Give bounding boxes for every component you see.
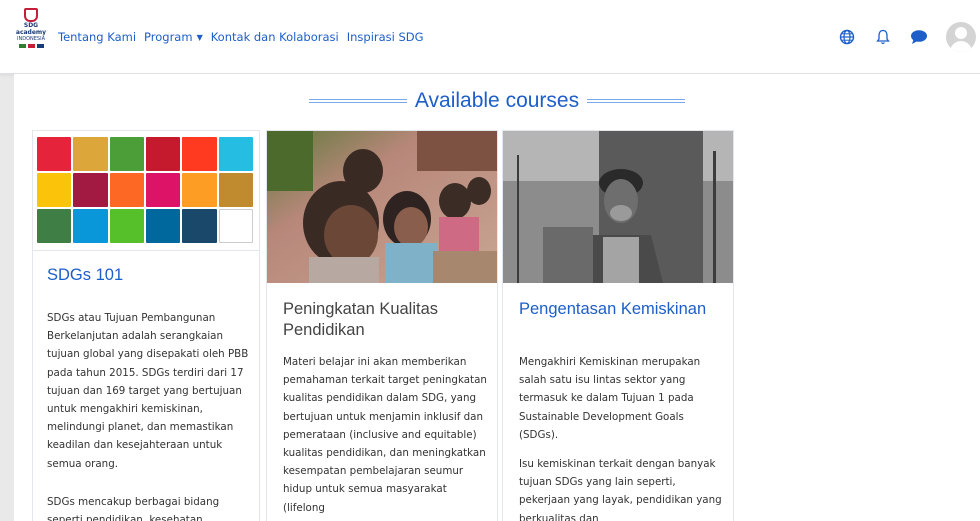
sdg-goal-tile bbox=[73, 173, 108, 207]
course-image-sdg-goals[interactable] bbox=[33, 131, 259, 251]
top-navbar: SDG academy INDONESIA Tentang Kami Progr… bbox=[0, 0, 980, 74]
nav-link-inspirasi[interactable]: Inspirasi SDG bbox=[347, 30, 424, 44]
course-description-sdgs-101-more: SDGs mencakup berbagai bidang seperti pe… bbox=[47, 496, 220, 521]
chat-icon[interactable] bbox=[910, 28, 928, 46]
sdg-goal-tile bbox=[109, 137, 144, 171]
main-content: Available courses SDGs 101 SDGs atau Tuj… bbox=[14, 74, 980, 521]
chevron-down-icon: ▼ bbox=[196, 33, 203, 42]
globe-icon[interactable] bbox=[838, 28, 856, 46]
sdg-goal-tile bbox=[73, 209, 108, 243]
sdg-goal-tile bbox=[145, 173, 181, 207]
sdg-goal-tile bbox=[37, 173, 72, 207]
sdg-goal-tile bbox=[218, 209, 253, 243]
logo-text-sdg: SDG bbox=[23, 22, 39, 29]
course-card-sdgs-101[interactable]: SDGs 101 SDGs atau Tujuan Pembangunan Be… bbox=[32, 130, 260, 521]
course-image-children[interactable] bbox=[267, 131, 497, 283]
sdg-goal-tile bbox=[218, 173, 253, 207]
main-nav: Tentang Kami Program ▼ Kontak dan Kolabor… bbox=[58, 30, 432, 44]
sdg-goal-tile bbox=[109, 209, 144, 243]
nav-link-program-label: Program bbox=[144, 30, 193, 44]
course-title-kemiskinan[interactable]: Pengentasan Kemiskinan bbox=[519, 299, 724, 320]
course-description-sdgs-101: SDGs atau Tujuan Pembangunan Berkelanjut… bbox=[47, 312, 249, 470]
section-heading-row: Available courses bbox=[14, 88, 980, 113]
course-description-kemiskinan: Mengakhiri Kemiskinan merupakan salah sa… bbox=[519, 356, 701, 441]
course-description-pendidikan: Materi belajar ini akan memberikan pemah… bbox=[283, 356, 487, 514]
sdg-goal-tile bbox=[37, 137, 72, 171]
logo-flags bbox=[14, 44, 48, 48]
sdg-goal-tile bbox=[182, 209, 217, 243]
section-heading: Available courses bbox=[308, 89, 686, 113]
course-card-pendidikan[interactable]: Peningkatan Kualitas Pendidikan Materi b… bbox=[266, 130, 498, 521]
heading-rule-right bbox=[587, 99, 686, 103]
course-description-kemiskinan-more: Isu kemiskinan terkait dengan banyak tuj… bbox=[519, 458, 722, 521]
sdg-goal-tile bbox=[73, 137, 108, 171]
nav-link-tentang-kami[interactable]: Tentang Kami bbox=[58, 30, 136, 44]
logo-mark-icon bbox=[24, 8, 38, 22]
sdg-goal-tile bbox=[218, 137, 253, 171]
header-actions bbox=[820, 22, 980, 52]
heading-rule-left bbox=[308, 99, 407, 103]
user-avatar[interactable] bbox=[946, 22, 976, 52]
sdg-goal-tile bbox=[182, 173, 217, 207]
course-title-pendidikan[interactable]: Peningkatan Kualitas Pendidikan bbox=[283, 299, 488, 341]
sdg-goal-tile bbox=[145, 137, 181, 171]
course-image-elderly-man[interactable] bbox=[503, 131, 733, 283]
sdg-goal-tile bbox=[182, 137, 217, 171]
logo-text-indonesia: INDONESIA bbox=[17, 36, 45, 42]
sdg-goal-tile bbox=[145, 209, 181, 243]
course-title-sdgs-101[interactable]: SDGs 101 bbox=[47, 265, 123, 286]
sdg-goals-grid bbox=[37, 137, 253, 243]
bell-icon[interactable] bbox=[874, 28, 892, 46]
logo-text-academy: academy bbox=[15, 29, 47, 36]
sdg-goal-tile bbox=[37, 209, 72, 243]
nav-link-program[interactable]: Program ▼ bbox=[144, 30, 203, 44]
course-card-kemiskinan[interactable]: Pengentasan Kemiskinan Mengakhiri Kemisk… bbox=[502, 130, 734, 521]
section-heading-text: Available courses bbox=[414, 89, 580, 112]
sdg-academy-logo[interactable]: SDG academy INDONESIA bbox=[14, 8, 48, 62]
sdg-goal-tile bbox=[109, 173, 144, 207]
nav-link-kontak[interactable]: Kontak dan Kolaborasi bbox=[211, 30, 339, 44]
